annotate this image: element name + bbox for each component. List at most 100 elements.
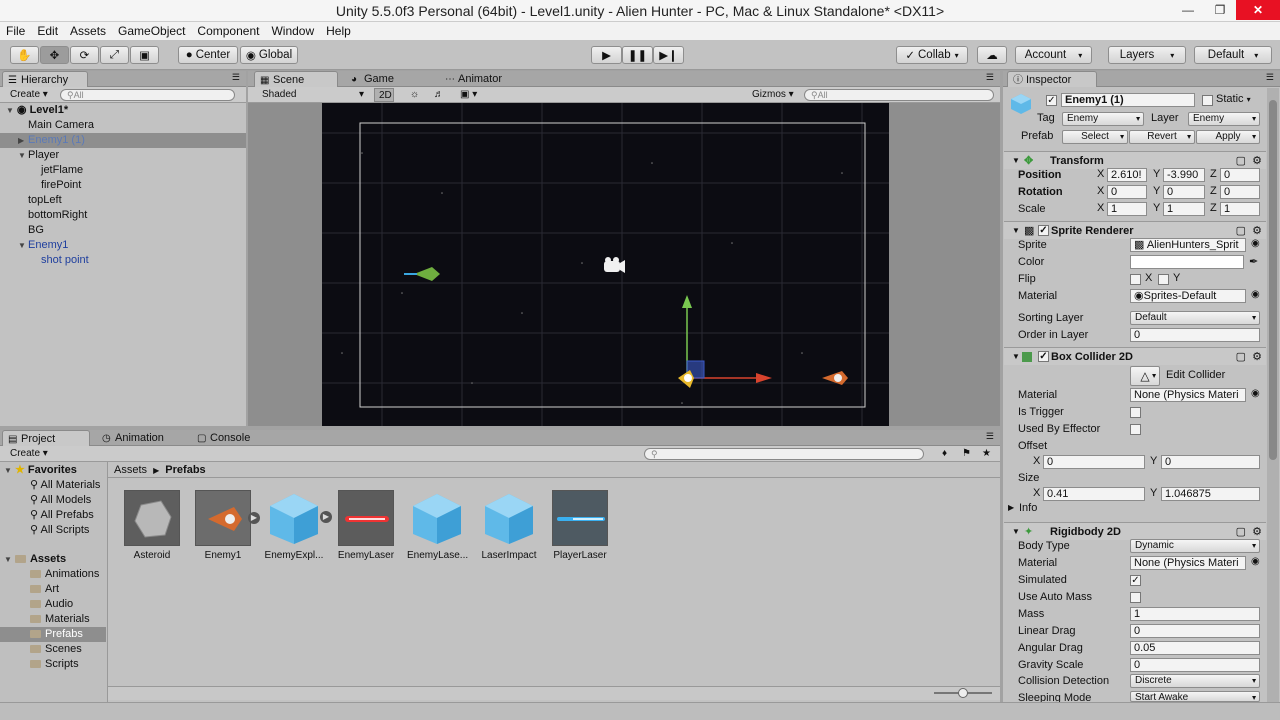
zoom-slider-thumb[interactable] — [958, 688, 968, 698]
object-picker-icon[interactable]: ◉ — [1251, 388, 1260, 399]
gear-icon[interactable]: ⚙ — [1252, 348, 1262, 366]
favorite-item[interactable]: ⚲ All Materials — [30, 478, 100, 493]
hand-tool-icon[interactable]: ✋ — [10, 46, 39, 64]
folder-item[interactable]: Scripts — [30, 657, 79, 672]
mode-2d-button[interactable]: 2D — [374, 88, 394, 102]
active-checkbox[interactable]: ✓ — [1046, 95, 1057, 106]
is-trigger-checkbox[interactable] — [1130, 407, 1141, 418]
angular-drag-field[interactable]: 0.05 — [1130, 641, 1260, 655]
panel-menu-icon[interactable]: ☰ — [1266, 72, 1274, 83]
color-swatch[interactable] — [1130, 255, 1244, 269]
hierarchy-item[interactable]: topLeft — [28, 193, 62, 208]
prefab-apply-button[interactable]: Apply — [1196, 130, 1260, 144]
favorite-star-icon[interactable]: ★ — [978, 447, 991, 461]
rb-material-field[interactable]: None (Physics Materi — [1130, 556, 1246, 570]
menu-assets[interactable]: Assets — [70, 24, 106, 38]
filter-label-icon[interactable]: ⚑ — [958, 447, 971, 461]
mass-field[interactable]: 1 — [1130, 607, 1260, 621]
box-collider-header[interactable]: ▼ ✓ Box Collider 2D ▢ ⚙ — [1004, 347, 1266, 365]
scrollbar-thumb[interactable] — [1269, 100, 1277, 460]
asset-enemylaser[interactable]: EnemyLaser — [336, 490, 396, 561]
object-name-field[interactable]: Enemy1 (1) — [1061, 93, 1195, 107]
scale-z-field[interactable]: 1 — [1220, 202, 1260, 216]
favorites-header[interactable]: ▼ ★ Favorites — [4, 463, 77, 478]
rigidbody-header[interactable]: ▼ ✦ Rigidbody 2D ▢ ⚙ — [1004, 522, 1266, 540]
layer-dropdown[interactable]: Enemy — [1188, 112, 1260, 126]
fold-down-icon[interactable]: ▼ — [18, 151, 26, 160]
hierarchy-item[interactable]: firePoint — [41, 178, 81, 193]
fold-down-icon[interactable]: ▼ — [18, 241, 26, 250]
gravity-scale-field[interactable]: 0 — [1130, 658, 1260, 672]
rotate-tool-icon[interactable]: ⟳ — [70, 46, 99, 64]
folder-item[interactable]: Scenes — [30, 642, 82, 657]
sorting-layer-dropdown[interactable]: Default — [1130, 311, 1260, 325]
tab-animator[interactable]: ⋯ Animator — [440, 71, 522, 87]
menu-help[interactable]: Help — [326, 24, 351, 38]
asset-enemylaserimpact[interactable]: EnemyLase... — [407, 490, 468, 561]
offset-x-field[interactable]: 0 — [1043, 455, 1145, 469]
panel-menu-icon[interactable]: ☰ — [986, 431, 994, 442]
rect-tool-icon[interactable]: ▣ — [130, 46, 159, 64]
pause-button[interactable]: ❚❚ — [622, 46, 653, 64]
lighting-icon[interactable]: ☼ — [406, 88, 419, 102]
tag-dropdown[interactable]: Enemy — [1062, 112, 1144, 126]
filter-type-icon[interactable]: ♦ — [938, 447, 947, 461]
prefab-select-button[interactable]: Select — [1062, 130, 1128, 144]
layers-dropdown[interactable]: Layers ▾ — [1108, 46, 1186, 64]
project-create-dropdown[interactable]: Create ▾ — [6, 447, 48, 461]
favorite-item[interactable]: ⚲ All Prefabs — [30, 508, 94, 523]
step-button[interactable]: ▶❙ — [653, 46, 684, 64]
scene-root[interactable]: ▼ ◉ Level1* — [6, 103, 68, 118]
tab-game[interactable]: ◕ Game — [346, 71, 406, 87]
size-x-field[interactable]: 0.41 — [1043, 487, 1145, 501]
info-foldout[interactable]: Info — [1019, 502, 1037, 514]
offset-y-field[interactable]: 0 — [1161, 455, 1260, 469]
hierarchy-create-dropdown[interactable]: Create ▾ — [6, 88, 48, 102]
chevron-down-icon[interactable]: ▾ — [1247, 95, 1251, 104]
use-auto-mass-checkbox[interactable] — [1130, 592, 1141, 603]
panel-menu-icon[interactable]: ☰ — [986, 72, 994, 83]
help-book-icon[interactable]: ▢ — [1236, 348, 1246, 366]
scene-viewport[interactable] — [322, 103, 889, 426]
simulated-checkbox[interactable]: ✓ — [1130, 575, 1141, 586]
asset-enemy1[interactable]: ▶ Enemy1 — [193, 490, 260, 561]
tab-console[interactable]: ▢ Console — [192, 430, 272, 446]
linear-drag-field[interactable]: 0 — [1130, 624, 1260, 638]
folder-item[interactable]: Art — [30, 582, 59, 597]
space-global-button[interactable]: ◉ Global — [240, 46, 298, 64]
order-in-layer-field[interactable]: 0 — [1130, 328, 1260, 342]
tab-animation[interactable]: ◷ Animation — [97, 430, 187, 446]
play-button[interactable]: ▶ — [591, 46, 622, 64]
inspector-scrollbar[interactable] — [1267, 88, 1279, 702]
pivot-center-button[interactable]: ● Center — [178, 46, 238, 64]
static-checkbox[interactable] — [1202, 95, 1213, 106]
edit-collider-icon[interactable]: △ — [1130, 366, 1160, 386]
collab-dropdown[interactable]: ✓ Collab ▾ — [896, 46, 968, 64]
rotation-z-field[interactable]: 0 — [1220, 185, 1260, 199]
scale-tool-icon[interactable]: ⤢ — [100, 46, 129, 64]
menu-component[interactable]: Component — [197, 24, 259, 38]
object-picker-icon[interactable]: ◉ — [1251, 238, 1260, 249]
scale-x-field[interactable]: 1 — [1107, 202, 1147, 216]
asset-enemyexplosion[interactable]: ▶ EnemyExpl... — [264, 490, 332, 561]
menu-window[interactable]: Window — [271, 24, 314, 38]
sleeping-mode-dropdown[interactable]: Start Awake — [1130, 691, 1260, 702]
project-search-input[interactable]: ⚲ — [644, 448, 924, 460]
tab-inspector[interactable]: ⓘ Inspector — [1007, 71, 1097, 87]
folder-item[interactable]: Audio — [30, 597, 73, 612]
flip-y-checkbox[interactable] — [1158, 274, 1169, 285]
menu-file[interactable]: File — [6, 24, 25, 38]
move-tool-icon[interactable]: ✥ — [40, 46, 69, 64]
hierarchy-item[interactable]: jetFlame — [41, 163, 83, 178]
prefab-revert-button[interactable]: Revert — [1129, 130, 1195, 144]
hierarchy-item[interactable]: Player — [28, 148, 59, 163]
sprite-field[interactable]: ▩ AlienHunters_Sprit — [1130, 238, 1246, 252]
account-dropdown[interactable]: Account ▾ — [1015, 46, 1092, 64]
layout-dropdown[interactable]: Default ▾ — [1194, 46, 1272, 64]
scale-y-field[interactable]: 1 — [1163, 202, 1205, 216]
hierarchy-item[interactable]: bottomRight — [28, 208, 87, 223]
audio-icon[interactable]: ♬ — [430, 88, 444, 102]
object-picker-icon[interactable]: ◉ — [1251, 556, 1260, 567]
breadcrumb-current[interactable]: Prefabs — [165, 464, 205, 476]
move-gizmo[interactable] — [678, 295, 772, 388]
